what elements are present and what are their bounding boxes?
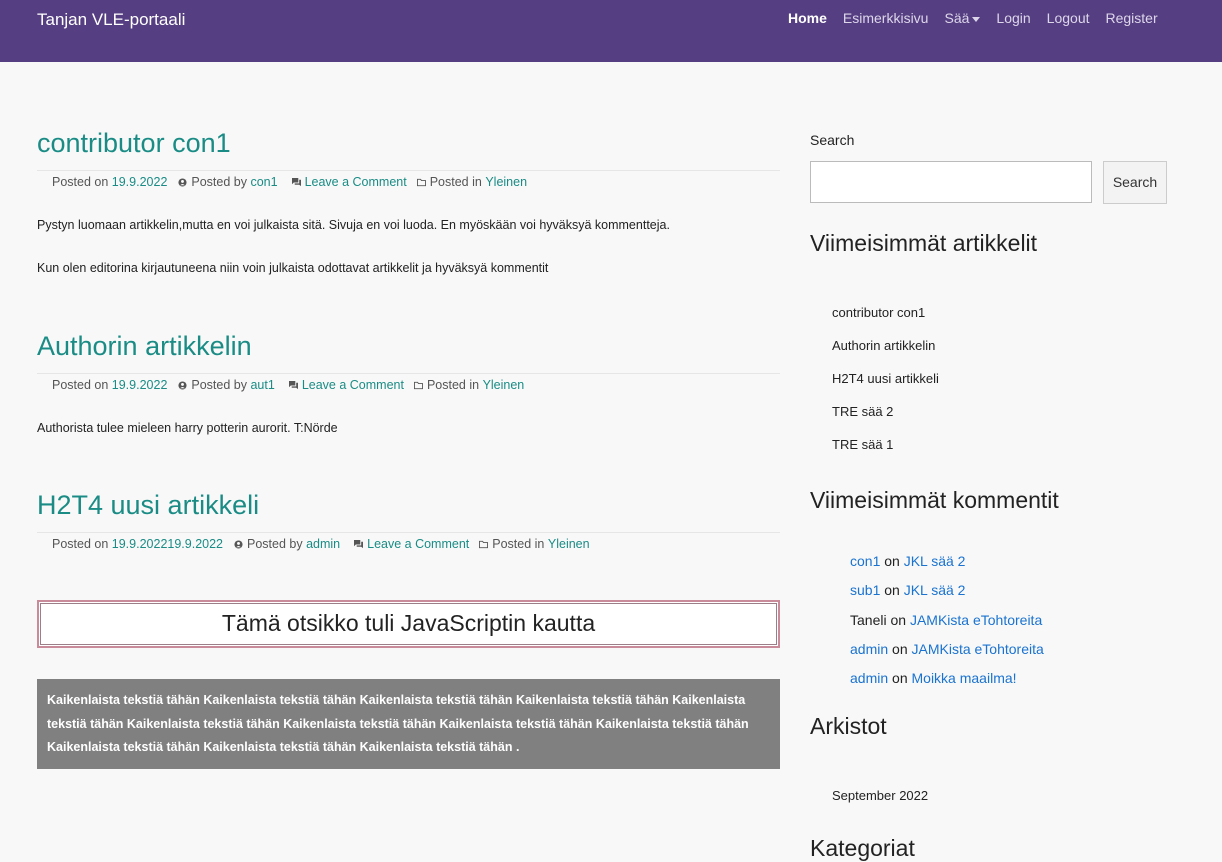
- comment-icon: [288, 380, 298, 389]
- recent-post-link[interactable]: Authorin artikkelin: [832, 338, 935, 353]
- comment-author-link[interactable]: admin: [850, 641, 888, 657]
- main-nav: Home Esimerkkisivu Sää Login Logout Regi…: [788, 10, 1174, 26]
- posted-in-label: Posted in: [429, 175, 482, 189]
- nav-logout[interactable]: Logout: [1047, 10, 1090, 26]
- posted-by-label: Posted by: [247, 537, 303, 551]
- folder-icon: [413, 381, 423, 389]
- divider: [37, 532, 780, 533]
- posted-on-label: Posted on: [52, 537, 109, 551]
- user-icon: [178, 177, 187, 187]
- divider: [37, 373, 780, 374]
- comment-post-link[interactable]: Moikka maailma!: [912, 670, 1017, 686]
- comment-author-link[interactable]: admin: [850, 670, 888, 686]
- post-category-link[interactable]: Yleinen: [548, 537, 590, 551]
- comment-icon: [354, 539, 364, 548]
- posted-in-label: Posted in: [426, 378, 480, 392]
- comment-icon: [291, 177, 301, 186]
- navbar: Tanjan VLE-portaali Home Esimerkkisivu S…: [0, 0, 1222, 62]
- posted-by-label: Posted by: [191, 175, 247, 189]
- folder-icon: [416, 178, 426, 186]
- recent-comment: admin on Moikka maailma!: [850, 670, 1017, 686]
- post-date-link[interactable]: 19.9.2022: [112, 175, 168, 189]
- recent-post-link[interactable]: H2T4 uusi artikkeli: [832, 371, 939, 386]
- comment-author: Taneli: [850, 612, 887, 628]
- search-button[interactable]: Search: [1103, 161, 1167, 204]
- post-category-link[interactable]: Yleinen: [483, 378, 525, 392]
- recent-comment: con1 on JKL sää 2: [850, 553, 965, 569]
- comment-author-link[interactable]: con1: [850, 553, 880, 569]
- on-word: on: [892, 641, 908, 657]
- js-heading: Tämä otsikko tuli JavaScriptin kautta: [37, 600, 780, 648]
- nav-home[interactable]: Home: [788, 10, 827, 26]
- site-brand[interactable]: Tanjan VLE-portaali: [37, 10, 185, 30]
- nav-login[interactable]: Login: [996, 10, 1030, 26]
- on-word: on: [892, 670, 908, 686]
- post-title[interactable]: Authorin artikkelin: [37, 331, 252, 362]
- recent-posts-heading: Viimeisimmät artikkelit: [810, 230, 1038, 256]
- divider: [37, 170, 780, 171]
- recent-comment: sub1 on JKL sää 2: [850, 582, 965, 598]
- post-title[interactable]: H2T4 uusi artikkeli: [37, 490, 259, 521]
- recent-comment: Taneli on JAMKista eTohtoreita: [850, 612, 1042, 628]
- recent-comment: admin on JAMKista eTohtoreita: [850, 641, 1044, 657]
- archive-link[interactable]: September 2022: [832, 788, 928, 803]
- leave-comment-link[interactable]: Leave a Comment: [302, 378, 404, 392]
- archives-heading: Arkistot: [810, 713, 887, 739]
- post-author-link[interactable]: con1: [250, 175, 277, 189]
- on-word: on: [890, 612, 907, 628]
- post-author-link[interactable]: aut1: [250, 378, 274, 392]
- posted-by-label: Posted by: [191, 378, 247, 392]
- comment-author-link[interactable]: sub1: [850, 582, 880, 598]
- search-input[interactable]: [810, 161, 1092, 203]
- recent-post-link[interactable]: TRE sää 2: [832, 404, 893, 419]
- comment-post-link[interactable]: JAMKista eTohtoreita: [910, 612, 1042, 628]
- recent-post-link[interactable]: TRE sää 1: [832, 437, 893, 452]
- nav-example-page[interactable]: Esimerkkisivu: [843, 10, 929, 26]
- posted-on-label: Posted on: [52, 378, 109, 392]
- nav-weather-dropdown[interactable]: Sää: [944, 10, 981, 26]
- on-word: on: [884, 553, 900, 569]
- nav-register[interactable]: Register: [1106, 10, 1158, 26]
- post-paragraph: Kun olen editorina kirjautuneena niin vo…: [37, 261, 549, 275]
- leave-comment-link[interactable]: Leave a Comment: [367, 537, 469, 551]
- post-meta: Posted on 19.9.2022 Posted by aut1 Leave…: [52, 378, 524, 392]
- post-title[interactable]: contributor con1: [37, 128, 231, 159]
- caret-down-icon: [972, 16, 981, 22]
- posted-in-label: Posted in: [492, 537, 545, 551]
- post-date-link[interactable]: 19.9.2022: [112, 378, 168, 392]
- nav-weather-label: Sää: [944, 10, 970, 26]
- post-date-link[interactable]: 19.9.202219.9.2022: [112, 537, 223, 551]
- post-meta: Posted on 19.9.2022 Posted by con1 Leave…: [52, 175, 527, 189]
- post-author-link[interactable]: admin: [306, 537, 340, 551]
- posted-on-label: Posted on: [52, 175, 109, 189]
- categories-heading: Kategoriat: [810, 835, 915, 861]
- recent-post-link[interactable]: contributor con1: [832, 305, 925, 320]
- comment-post-link[interactable]: JAMKista eTohtoreita: [912, 641, 1044, 657]
- user-icon: [178, 380, 187, 390]
- post-paragraph: Authorista tulee mieleen harry potterin …: [37, 421, 338, 435]
- leave-comment-link[interactable]: Leave a Comment: [305, 175, 407, 189]
- grey-text-box: Kaikenlaista tekstiä tähän Kaikenlaista …: [37, 679, 780, 769]
- post-category-link[interactable]: Yleinen: [485, 175, 527, 189]
- comment-post-link[interactable]: JKL sää 2: [904, 553, 966, 569]
- user-icon: [234, 539, 243, 549]
- search-label: Search: [810, 132, 855, 148]
- post-paragraph: Pystyn luomaan artikkelin,mutta en voi j…: [37, 218, 670, 232]
- on-word: on: [884, 582, 900, 598]
- recent-comments-heading: Viimeisimmät kommentit: [810, 487, 1059, 513]
- folder-icon: [479, 540, 489, 548]
- post-meta: Posted on 19.9.202219.9.2022 Posted by a…: [52, 537, 590, 551]
- comment-post-link[interactable]: JKL sää 2: [904, 582, 966, 598]
